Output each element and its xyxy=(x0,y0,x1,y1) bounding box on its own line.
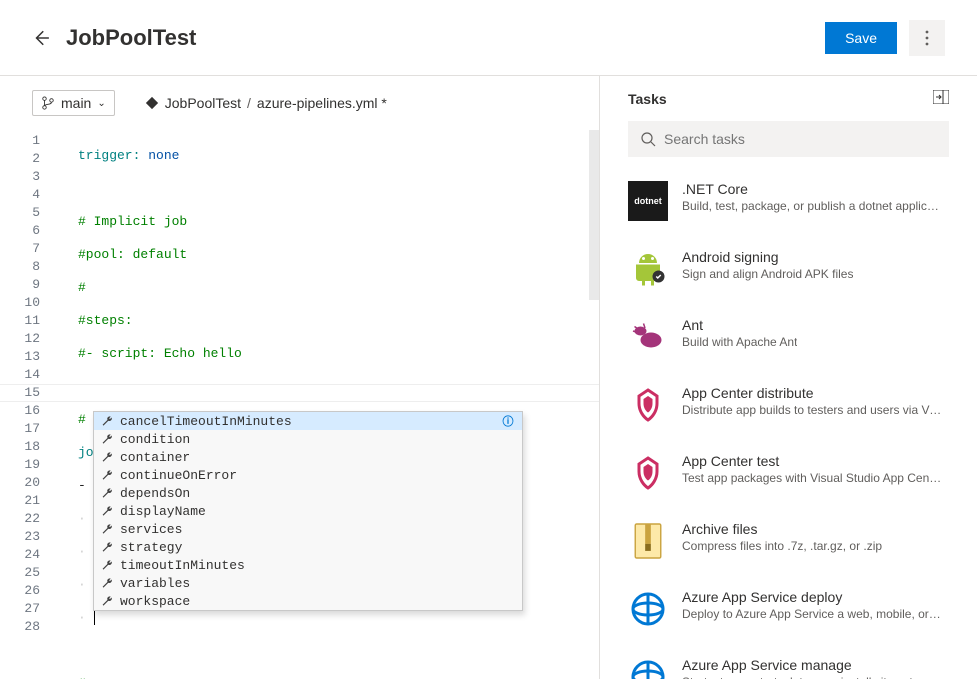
autocomplete-label: services xyxy=(120,522,182,537)
branch-name: main xyxy=(61,95,91,111)
autocomplete-label: strategy xyxy=(120,540,182,555)
wrench-icon xyxy=(100,558,114,572)
task-item[interactable]: Archive files Compress files into .7z, .t… xyxy=(628,507,949,575)
autocomplete-item[interactable]: cancelTimeoutInMinutes ⓘ xyxy=(94,412,522,430)
autocomplete-item[interactable]: timeoutInMinutes xyxy=(94,556,522,574)
save-button[interactable]: Save xyxy=(825,22,897,54)
task-icon xyxy=(628,317,668,357)
autocomplete-item[interactable]: displayName xyxy=(94,502,522,520)
repo-icon xyxy=(145,96,159,110)
task-name: Azure App Service deploy xyxy=(682,589,942,605)
page-title: JobPoolTest xyxy=(66,25,825,51)
task-desc: Build, test, package, or publish a dotne… xyxy=(682,199,942,213)
task-name: App Center test xyxy=(682,453,942,469)
task-name: Archive files xyxy=(682,521,882,537)
task-icon xyxy=(628,521,668,561)
task-item[interactable]: Android signing Sign and align Android AP… xyxy=(628,235,949,303)
page-header: JobPoolTest Save xyxy=(0,0,977,76)
task-icon xyxy=(628,249,668,289)
autocomplete-item[interactable]: condition xyxy=(94,430,522,448)
editor-pane: main ⌄ JobPoolTest / azure-pipelines.yml… xyxy=(0,76,600,679)
branch-icon xyxy=(41,96,55,110)
wrench-icon xyxy=(100,594,114,608)
wrench-icon xyxy=(100,450,114,464)
wrench-icon xyxy=(100,432,114,446)
crumb-file[interactable]: azure-pipelines.yml * xyxy=(257,95,387,111)
autocomplete-label: timeoutInMinutes xyxy=(120,558,245,573)
task-desc: Start, stop, restart, slot swap, install… xyxy=(682,675,942,679)
task-icon xyxy=(628,453,668,493)
crumb-sep: / xyxy=(247,95,251,111)
autocomplete-label: condition xyxy=(120,432,190,447)
autocomplete-popup: cancelTimeoutInMinutes ⓘ condition containe… xyxy=(93,411,523,611)
task-item[interactable]: App Center distribute Distribute app buil… xyxy=(628,371,949,439)
tasks-pane: Tasks dotnet .NET Core Build, test, packag… xyxy=(600,76,977,679)
task-item[interactable]: App Center test Test app packages with Vi… xyxy=(628,439,949,507)
branch-selector[interactable]: main ⌄ xyxy=(32,90,115,116)
task-item[interactable]: dotnet .NET Core Build, test, package, or … xyxy=(628,167,949,235)
wrench-icon xyxy=(100,504,114,518)
autocomplete-label: cancelTimeoutInMinutes xyxy=(120,414,292,429)
task-item[interactable]: Azure App Service manage Start, stop, res… xyxy=(628,643,949,679)
wrench-icon xyxy=(100,540,114,554)
task-desc: Build with Apache Ant xyxy=(682,335,797,349)
task-search[interactable] xyxy=(628,121,949,157)
tasks-title: Tasks xyxy=(628,91,933,107)
crumb-project[interactable]: JobPoolTest xyxy=(165,95,241,111)
autocomplete-label: variables xyxy=(120,576,190,591)
chevron-down-icon: ⌄ xyxy=(97,98,105,109)
more-menu-button[interactable] xyxy=(909,20,945,56)
autocomplete-label: container xyxy=(120,450,190,465)
task-search-input[interactable] xyxy=(664,131,937,147)
task-desc: Distribute app builds to testers and use… xyxy=(682,403,942,417)
editor-scrollbar[interactable] xyxy=(589,130,599,300)
autocomplete-label: displayName xyxy=(120,504,206,519)
wrench-icon xyxy=(100,414,114,428)
task-icon xyxy=(628,385,668,425)
task-name: Android signing xyxy=(682,249,853,265)
autocomplete-item[interactable]: continueOnError xyxy=(94,466,522,484)
info-icon[interactable]: ⓘ xyxy=(500,413,516,429)
wrench-icon xyxy=(100,468,114,482)
task-icon: dotnet xyxy=(628,181,668,221)
task-icon xyxy=(628,589,668,629)
autocomplete-item[interactable]: workspace xyxy=(94,592,522,610)
autocomplete-label: continueOnError xyxy=(120,468,237,483)
task-item[interactable]: Azure App Service deploy Deploy to Azure … xyxy=(628,575,949,643)
autocomplete-item[interactable]: container xyxy=(94,448,522,466)
autocomplete-label: dependsOn xyxy=(120,486,190,501)
wrench-icon xyxy=(100,486,114,500)
back-arrow-icon[interactable] xyxy=(32,29,50,47)
breadcrumb: main ⌄ JobPoolTest / azure-pipelines.yml… xyxy=(0,76,599,130)
autocomplete-item[interactable]: strategy xyxy=(94,538,522,556)
task-item[interactable]: Ant Build with Apache Ant xyxy=(628,303,949,371)
task-desc: Compress files into .7z, .tar.gz, or .zi… xyxy=(682,539,882,553)
search-icon xyxy=(640,131,656,147)
code-editor[interactable]: 1234567891011121314151617181920212223242… xyxy=(0,130,599,679)
wrench-icon xyxy=(100,576,114,590)
task-name: Azure App Service manage xyxy=(682,657,942,673)
autocomplete-label: workspace xyxy=(120,594,190,609)
task-list[interactable]: dotnet .NET Core Build, test, package, or … xyxy=(600,157,977,679)
wrench-icon xyxy=(100,522,114,536)
collapse-panel-icon[interactable] xyxy=(933,90,949,107)
autocomplete-item[interactable]: dependsOn xyxy=(94,484,522,502)
task-desc: Deploy to Azure App Service a web, mobil… xyxy=(682,607,942,621)
task-name: App Center distribute xyxy=(682,385,942,401)
task-desc: Sign and align Android APK files xyxy=(682,267,853,281)
task-icon xyxy=(628,657,668,679)
autocomplete-item[interactable]: variables xyxy=(94,574,522,592)
task-name: Ant xyxy=(682,317,797,333)
task-name: .NET Core xyxy=(682,181,942,197)
autocomplete-item[interactable]: services xyxy=(94,520,522,538)
line-gutter: 1234567891011121314151617181920212223242… xyxy=(0,130,62,679)
task-desc: Test app packages with Visual Studio App… xyxy=(682,471,942,485)
